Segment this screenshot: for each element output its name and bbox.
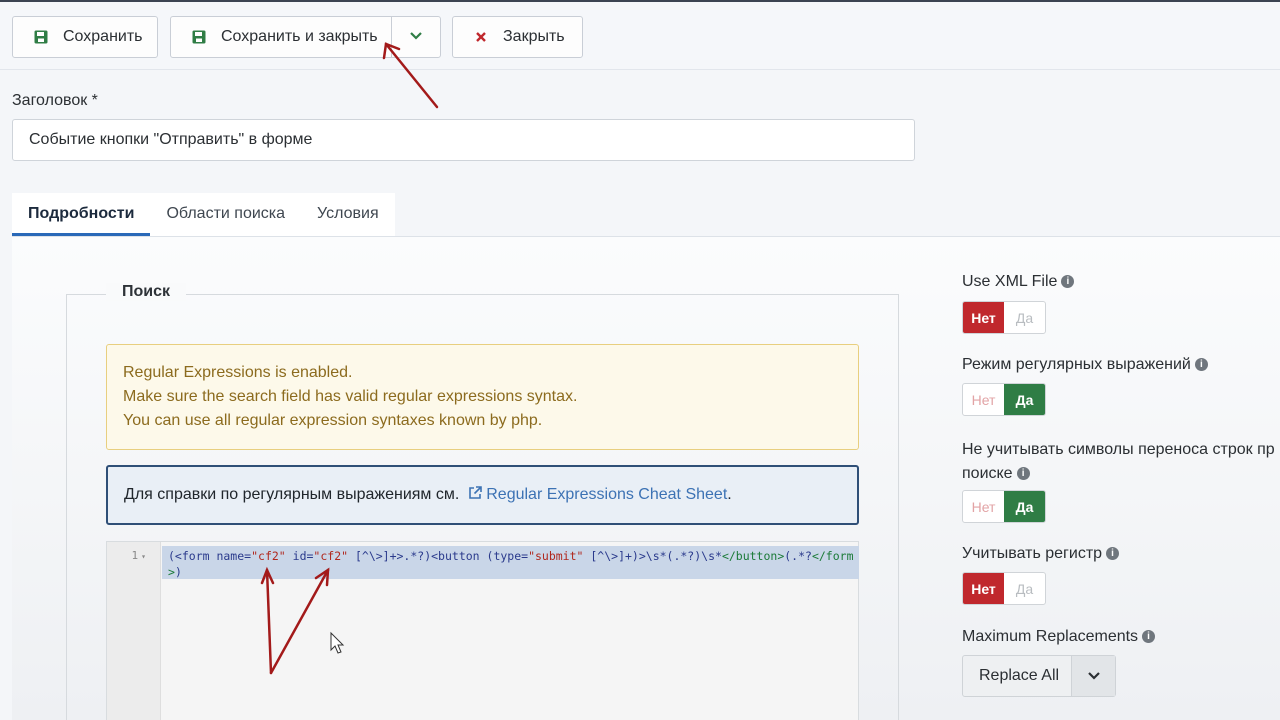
info-icon[interactable]: i [1142, 630, 1156, 643]
close-button[interactable]: Закрыть [452, 16, 583, 58]
line-number: 1 [131, 549, 139, 562]
regex-warning-alert: Regular Expressions is enabled. Make sur… [106, 344, 859, 450]
info-icon[interactable]: i [1194, 358, 1208, 371]
chevron-down-icon [409, 28, 423, 46]
tab-search-areas[interactable]: Области поиска [150, 193, 302, 236]
case-sensitive-toggle[interactable]: Нет Да [962, 572, 1046, 605]
warning-line: You can use all regular expression synta… [123, 412, 543, 429]
ignore-linebreaks-toggle[interactable]: Нет Да [962, 490, 1046, 523]
ignore-linebreaks-label-line1: Не учитывать символы переноса строк пр [962, 441, 1275, 458]
info-icon[interactable]: i [1106, 547, 1120, 560]
save-button[interactable]: Сохранить [12, 16, 158, 58]
max-replacements-select[interactable]: Replace All [962, 655, 1116, 697]
close-icon [473, 29, 489, 45]
toggle-no-option[interactable]: Нет [963, 384, 1004, 415]
reference-text: Для справки по регулярным выражениям см. [124, 486, 460, 503]
save-button-label: Сохранить [63, 28, 143, 45]
toggle-yes-option[interactable]: Да [1004, 573, 1045, 604]
case-sensitive-label-text: Учитывать регистр [962, 545, 1103, 562]
toggle-yes-option[interactable]: Да [1004, 384, 1045, 415]
toggle-yes-option[interactable]: Да [1004, 491, 1045, 522]
tab-conditions[interactable]: Условия [301, 193, 395, 236]
toggle-no-option[interactable]: Нет [963, 302, 1004, 333]
toggle-no-option[interactable]: Нет [963, 573, 1004, 604]
floppy-disk-icon [191, 29, 207, 45]
close-button-label: Закрыть [503, 28, 565, 45]
regex-mode-label-text: Режим регулярных выражений [962, 356, 1191, 373]
use-xml-file-label: Use XML File i [962, 273, 1075, 291]
use-xml-file-toggle[interactable]: Нет Да [962, 301, 1046, 334]
save-and-close-label: Сохранить и закрыть [221, 28, 378, 45]
title-input[interactable]: Событие кнопки "Отправить" в форме [12, 119, 915, 161]
cheat-sheet-link[interactable]: Regular Expressions Cheat Sheet [486, 486, 727, 503]
regex-mode-label: Режим регулярных выражений i [962, 356, 1208, 374]
case-sensitive-label: Учитывать регистр i [962, 545, 1120, 563]
max-replacements-value: Replace All [979, 667, 1060, 684]
max-replacements-label-text: Maximum Replacements [962, 628, 1139, 645]
regex-reference-alert: Для справки по регулярным выражениям см.… [106, 465, 859, 525]
search-code-editor[interactable]: 1 ▾ (<form name="cf2" id="cf2" [^\>]+>.*?… [106, 541, 859, 720]
warning-line: Regular Expressions is enabled. [123, 364, 353, 381]
max-replacements-label: Maximum Replacements i [962, 628, 1156, 646]
warning-line: Make sure the search field has valid reg… [123, 388, 578, 405]
editor-gutter: 1 ▾ [107, 542, 161, 720]
title-label: Заголовок * [12, 92, 98, 109]
ignore-linebreaks-label: Не учитывать символы переноса строк пр п… [962, 438, 1280, 486]
reference-text-end: . [727, 486, 732, 503]
use-xml-file-label-text: Use XML File [962, 273, 1058, 290]
editor-code-text[interactable]: (<form name="cf2" id="cf2" [^\>]+>.*?)<b… [168, 548, 856, 580]
tab-bar: Подробности Области поиска Условия [12, 193, 395, 237]
external-link-icon [464, 486, 486, 503]
tab-details[interactable]: Подробности [12, 193, 151, 236]
save-options-dropdown-toggle[interactable] [391, 16, 441, 58]
toggle-no-option[interactable]: Нет [963, 491, 1004, 522]
toggle-yes-option[interactable]: Да [1004, 302, 1045, 333]
regex-mode-toggle[interactable]: Нет Да [962, 383, 1046, 416]
fold-arrow-icon[interactable]: ▾ [141, 552, 146, 561]
info-icon[interactable]: i [1016, 467, 1030, 480]
ignore-linebreaks-label-line2: поиске [962, 465, 1013, 482]
chevron-down-icon [1071, 656, 1115, 696]
save-and-close-button[interactable]: Сохранить и закрыть [170, 16, 392, 58]
info-icon[interactable]: i [1061, 275, 1075, 288]
toolbar: Сохранить Сохранить и закрыть Закрыть [0, 0, 1280, 70]
floppy-disk-icon [33, 29, 49, 45]
search-fieldset-legend: Поиск [106, 283, 187, 301]
